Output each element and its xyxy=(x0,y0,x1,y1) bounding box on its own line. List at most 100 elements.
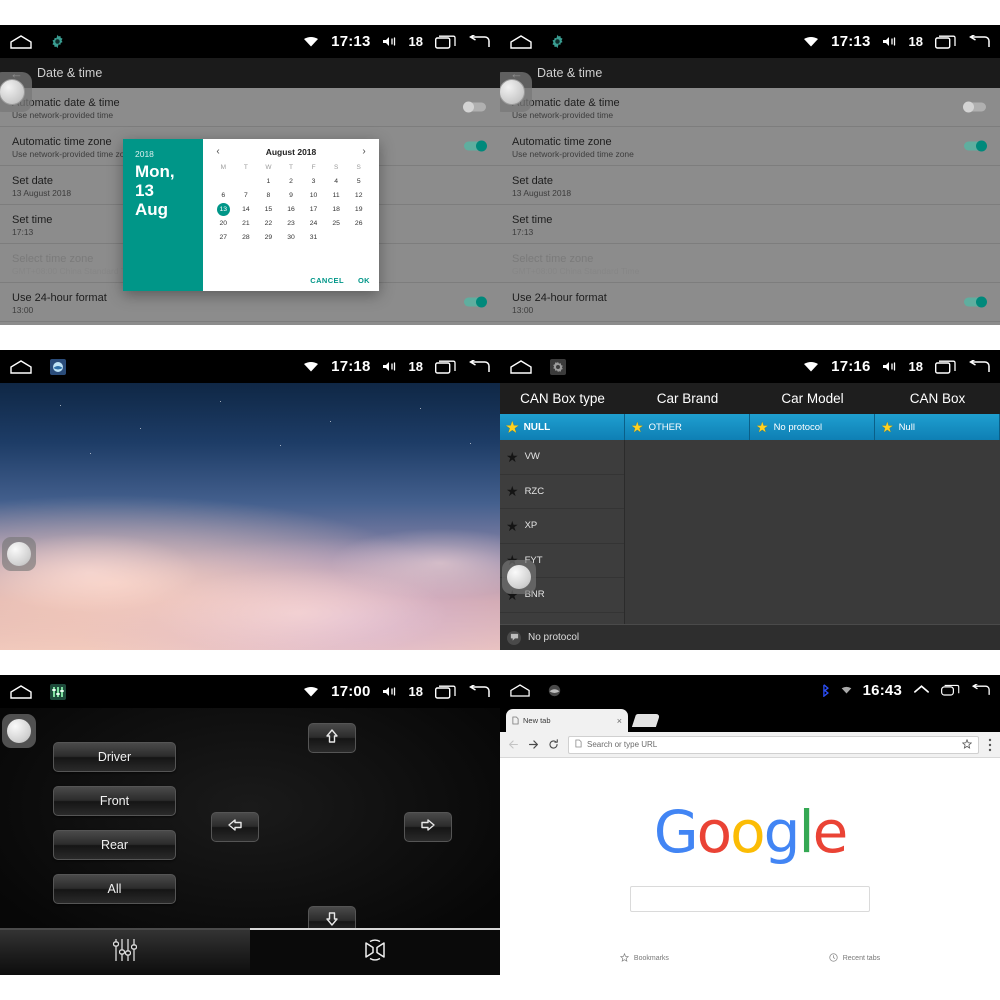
zone-button-rear[interactable]: Rear xyxy=(53,830,176,860)
recents-icon[interactable] xyxy=(435,685,456,699)
back-icon[interactable] xyxy=(968,34,990,49)
toggle-automatic-date-time[interactable] xyxy=(963,101,986,113)
calendar-day[interactable]: 1 xyxy=(257,175,280,188)
calendar-day[interactable]: 23 xyxy=(280,217,303,230)
calendar-day[interactable]: 30 xyxy=(280,231,303,244)
recents-icon[interactable] xyxy=(435,35,456,49)
zone-button-driver[interactable]: Driver xyxy=(53,742,176,772)
calendar-day[interactable]: 15 xyxy=(257,203,280,216)
home-icon[interactable] xyxy=(10,684,32,699)
calendar-day[interactable]: 7 xyxy=(235,189,258,202)
omnibox[interactable]: Search or type URL xyxy=(568,735,979,754)
hardware-knob-overlay[interactable] xyxy=(2,714,36,748)
equalizer-app-icon[interactable] xyxy=(50,683,66,700)
calendar-day[interactable]: 22 xyxy=(257,217,280,230)
settings-row-set-date[interactable]: Set date 13 August 2018 xyxy=(500,166,1000,205)
calendar-day[interactable]: 11 xyxy=(325,189,348,202)
settings-gear-icon[interactable] xyxy=(550,358,566,375)
calendar-day[interactable]: 16 xyxy=(280,203,303,216)
browser-menu-icon[interactable] xyxy=(988,738,992,752)
app-icon[interactable] xyxy=(50,358,66,375)
hardware-knob-overlay[interactable] xyxy=(0,72,32,112)
canbox-list-item[interactable]: ★ VW xyxy=(500,440,624,475)
prev-month-icon[interactable]: ‹ xyxy=(212,146,224,157)
tab-balance-fader[interactable] xyxy=(250,928,500,975)
calendar-day[interactable]: 27 xyxy=(212,231,235,244)
browser-tab[interactable]: New tab × xyxy=(506,709,628,732)
canbox-selected-cell[interactable]: ★ Null xyxy=(875,414,1000,440)
recent-tabs-shortcut[interactable]: Recent tabs xyxy=(829,953,880,964)
picker-year[interactable]: 2018 xyxy=(135,149,191,159)
zone-button-front[interactable]: Front xyxy=(53,786,176,816)
hardware-knob-overlay[interactable] xyxy=(500,72,532,112)
calendar-day[interactable]: 18 xyxy=(325,203,348,216)
calendar-day[interactable]: 10 xyxy=(302,189,325,202)
calendar-day[interactable]: 24 xyxy=(302,217,325,230)
toggle-automatic-time-zone[interactable] xyxy=(964,140,987,152)
calendar-grid[interactable]: M T W T F S S 1 2 3 4 5 6 7 8 9 10 11 12 13 14 15 16 17 18 19 20 21… xyxy=(212,161,370,244)
recents-icon[interactable] xyxy=(935,35,956,49)
calendar-day[interactable]: 26 xyxy=(347,217,370,230)
back-icon[interactable] xyxy=(468,684,490,699)
tab-equalizer[interactable] xyxy=(0,928,250,975)
next-month-icon[interactable]: › xyxy=(358,146,370,157)
canbox-selected-row[interactable]: ★ NULL ★ OTHER ★ No protocol ★ Null xyxy=(500,414,1000,440)
fader-up-button[interactable] xyxy=(308,723,356,753)
bookmark-star-icon[interactable] xyxy=(961,738,973,751)
back-icon[interactable] xyxy=(468,359,490,374)
toggle-automatic-time-zone[interactable] xyxy=(464,140,487,152)
settings-row-automatic-date-time[interactable]: Automatic date & time Use network-provid… xyxy=(500,88,1000,127)
toggle-24-hour-format[interactable] xyxy=(964,296,987,308)
recents-icon[interactable] xyxy=(941,684,960,697)
home-icon[interactable] xyxy=(10,34,32,49)
close-tab-icon[interactable]: × xyxy=(617,716,622,726)
calendar-day[interactable]: 21 xyxy=(235,217,258,230)
canbox-selected-cell[interactable]: ★ No protocol xyxy=(750,414,875,440)
bookmarks-shortcut[interactable]: Bookmarks xyxy=(619,952,669,964)
calendar-day[interactable]: 29 xyxy=(257,231,280,244)
settings-row-set-time[interactable]: Set time 17:13 xyxy=(500,205,1000,244)
home-icon[interactable] xyxy=(510,683,530,697)
star-icon[interactable]: ★ xyxy=(506,450,519,464)
balance-left-button[interactable] xyxy=(211,812,259,842)
calendar-day[interactable]: 31 xyxy=(302,231,325,244)
calendar-day[interactable]: 6 xyxy=(212,189,235,202)
fake-search-box[interactable] xyxy=(630,886,870,912)
canbox-list-item[interactable]: ★ XP xyxy=(500,509,624,544)
balance-right-button[interactable] xyxy=(404,812,452,842)
calendar-day[interactable]: 12 xyxy=(347,189,370,202)
zone-button-all[interactable]: All xyxy=(53,874,176,904)
settings-row-24-hour-format[interactable]: Use 24-hour format 13:00 xyxy=(500,283,1000,322)
calendar-day[interactable]: 14 xyxy=(235,203,258,216)
back-nav-icon[interactable] xyxy=(508,739,519,750)
settings-gear-icon[interactable] xyxy=(550,34,565,49)
calendar-day[interactable]: 9 xyxy=(280,189,303,202)
cancel-button[interactable]: CANCEL xyxy=(310,276,344,285)
chevron-up-icon[interactable] xyxy=(913,684,930,696)
settings-row-automatic-time-zone[interactable]: Automatic time zone Use network-provided… xyxy=(500,127,1000,166)
hardware-knob-overlay[interactable] xyxy=(2,537,36,571)
settings-gear-icon[interactable] xyxy=(50,34,65,49)
new-tab-button[interactable] xyxy=(631,714,661,727)
back-icon[interactable] xyxy=(971,683,990,697)
calendar-day[interactable]: 19 xyxy=(347,203,370,216)
app-icon[interactable] xyxy=(548,684,561,697)
star-icon[interactable]: ★ xyxy=(506,519,519,533)
calendar-day[interactable]: 20 xyxy=(212,217,235,230)
recents-icon[interactable] xyxy=(435,360,456,374)
calendar-day[interactable]: 2 xyxy=(280,175,303,188)
calendar-day[interactable]: 17 xyxy=(302,203,325,216)
ok-button[interactable]: OK xyxy=(358,276,370,285)
reload-icon[interactable] xyxy=(548,739,559,750)
toggle-automatic-date-time[interactable] xyxy=(463,101,486,113)
calendar-day[interactable]: 4 xyxy=(325,175,348,188)
calendar-day[interactable]: 8 xyxy=(257,189,280,202)
back-icon[interactable] xyxy=(968,359,990,374)
calendar-day[interactable]: 3 xyxy=(302,175,325,188)
home-icon[interactable] xyxy=(510,359,532,374)
toggle-24-hour-format[interactable] xyxy=(464,296,487,308)
hardware-knob-overlay[interactable] xyxy=(502,560,536,594)
forward-nav-icon[interactable] xyxy=(528,739,539,750)
recents-icon[interactable] xyxy=(935,360,956,374)
calendar-day-selected[interactable]: 13 xyxy=(216,203,230,216)
